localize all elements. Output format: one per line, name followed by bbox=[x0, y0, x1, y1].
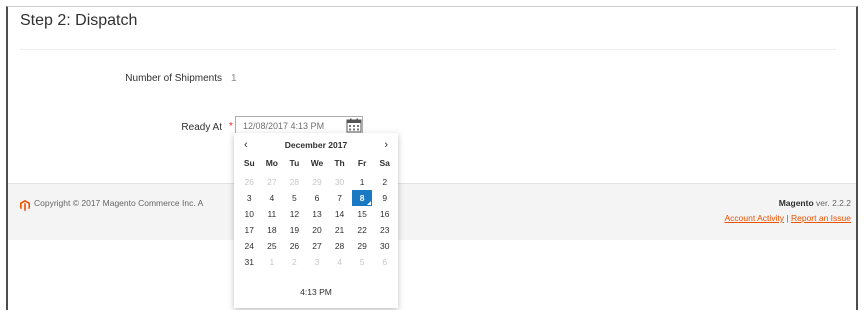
calendar-day[interactable]: 7 bbox=[328, 190, 351, 206]
calendar-day[interactable]: 12 bbox=[283, 206, 306, 222]
calendar-day[interactable]: 27 bbox=[261, 174, 284, 190]
calendar-day[interactable]: 29 bbox=[351, 238, 374, 254]
calendar-day[interactable]: 30 bbox=[373, 238, 396, 254]
calendar-day[interactable]: 13 bbox=[306, 206, 329, 222]
calendar-day[interactable]: 5 bbox=[283, 190, 306, 206]
calendar-day[interactable]: 6 bbox=[306, 190, 329, 206]
calendar-day[interactable]: 6 bbox=[373, 254, 396, 270]
weekday-label: Fr bbox=[357, 158, 367, 168]
calendar-day[interactable]: 3 bbox=[306, 254, 329, 270]
calendar-day[interactable]: 9 bbox=[373, 190, 396, 206]
product-name: Magento bbox=[778, 198, 814, 208]
weekday-label: Su bbox=[243, 158, 255, 168]
calendar-day[interactable]: 2 bbox=[373, 174, 396, 190]
calendar-day[interactable]: 14 bbox=[328, 206, 351, 222]
page-frame: Step 2: Dispatch Number of Shipments 1 R… bbox=[6, 6, 858, 310]
version-info: Magento ver. 2.2.2 bbox=[779, 198, 851, 208]
calendar-day[interactable]: 4 bbox=[328, 254, 351, 270]
calendar-day[interactable]: 26 bbox=[283, 238, 306, 254]
calendar-day[interactable]: 2 bbox=[283, 254, 306, 270]
calendar-day[interactable]: 29 bbox=[306, 174, 329, 190]
calendar-day[interactable]: 31 bbox=[238, 254, 261, 270]
datepicker-header: ‹ December 2017 › bbox=[234, 137, 398, 153]
version-text: ver. 2.2.2 bbox=[816, 198, 851, 208]
calendar-day[interactable]: 1 bbox=[351, 174, 374, 190]
calendar-day[interactable]: 20 bbox=[306, 222, 329, 238]
calendar-day[interactable]: 28 bbox=[328, 238, 351, 254]
calendar-day[interactable]: 11 bbox=[261, 206, 284, 222]
page-title: Step 2: Dispatch bbox=[20, 12, 138, 29]
required-marker: * bbox=[229, 121, 233, 132]
magento-logo-icon bbox=[20, 198, 30, 216]
title-divider bbox=[20, 49, 836, 50]
copyright-text: Copyright © 2017 Magento Commerce Inc. A bbox=[34, 198, 204, 208]
footer bbox=[8, 183, 856, 240]
calendar-day[interactable]: 25 bbox=[261, 238, 284, 254]
shipments-value: 1 bbox=[231, 73, 237, 84]
calendar-day[interactable]: 15 bbox=[351, 206, 374, 222]
calendar-day-selected[interactable]: 8 bbox=[351, 190, 373, 206]
time-label: 4:13 PM bbox=[300, 287, 332, 297]
weekday-header: Su Mo Tu We Th Fr Sa bbox=[238, 158, 396, 168]
calendar-day[interactable]: 10 bbox=[238, 206, 261, 222]
weekday-label: Tu bbox=[289, 158, 300, 168]
calendar-icon[interactable] bbox=[346, 118, 362, 133]
calendar-day[interactable]: 27 bbox=[306, 238, 329, 254]
next-month-button[interactable]: › bbox=[384, 139, 388, 151]
report-issue-link[interactable]: Report an Issue bbox=[791, 213, 851, 223]
weekday-label: We bbox=[310, 158, 324, 168]
datepicker: ‹ December 2017 › Su Mo Tu We Th Fr Sa 26 27 28 2… bbox=[234, 133, 398, 308]
calendar-day[interactable]: 23 bbox=[373, 222, 396, 238]
calendar-day[interactable]: 18 bbox=[261, 222, 284, 238]
calendar-day[interactable]: 30 bbox=[328, 174, 351, 190]
calendar-day[interactable]: 19 bbox=[283, 222, 306, 238]
calendar-day[interactable]: 1 bbox=[261, 254, 284, 270]
calendar-day[interactable]: 17 bbox=[238, 222, 261, 238]
weekday-label: Mo bbox=[265, 158, 278, 168]
link-separator: | bbox=[786, 213, 789, 223]
ready-at-label: Ready At bbox=[181, 122, 222, 133]
footer-links: Account Activity | Report an Issue bbox=[724, 213, 851, 223]
month-year-label: December 2017 bbox=[284, 140, 348, 150]
calendar-day[interactable]: 21 bbox=[328, 222, 351, 238]
account-activity-link[interactable]: Account Activity bbox=[724, 213, 784, 223]
weekday-label: Sa bbox=[379, 158, 390, 168]
day-grid: 26 27 28 29 30 1 2 3 4 5 6 7 8 9 10 11 12 13 14 15 16 17 18 19 2… bbox=[238, 174, 396, 270]
calendar-day[interactable]: 24 bbox=[238, 238, 261, 254]
calendar-day[interactable]: 3 bbox=[238, 190, 261, 206]
calendar-day[interactable]: 5 bbox=[351, 254, 374, 270]
calendar-day[interactable]: 26 bbox=[238, 174, 261, 190]
shipments-label: Number of Shipments bbox=[125, 73, 222, 84]
calendar-day[interactable]: 28 bbox=[283, 174, 306, 190]
weekday-label: Th bbox=[334, 158, 345, 168]
calendar-day[interactable]: 16 bbox=[373, 206, 396, 222]
calendar-day[interactable]: 22 bbox=[351, 222, 374, 238]
calendar-day[interactable]: 4 bbox=[261, 190, 284, 206]
